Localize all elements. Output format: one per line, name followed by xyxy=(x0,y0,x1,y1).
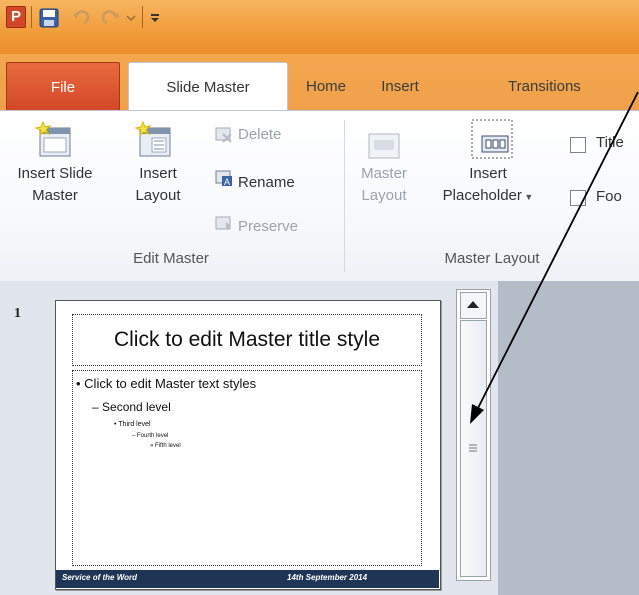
text-level-5-label: Fifth level xyxy=(155,443,181,449)
rename-button[interactable]: Rename xyxy=(238,172,295,194)
master-layout-button[interactable]: Master Layout xyxy=(348,163,420,207)
text-level-4-label: Fourth level xyxy=(137,433,169,439)
title-placeholder: Click to edit Master title style xyxy=(72,314,422,366)
insert-layout-icon[interactable] xyxy=(134,120,174,160)
tab-insert[interactable]: Insert xyxy=(368,62,432,110)
text-level-1-label: Click to edit Master text styles xyxy=(84,376,257,391)
insert-layout-label-1: Insert xyxy=(139,165,177,182)
title-bar xyxy=(0,0,639,54)
tab-home[interactable]: Home xyxy=(290,62,362,110)
rename-icon: A xyxy=(215,170,232,187)
master-layout-icon xyxy=(368,133,400,159)
powerpoint-logo[interactable]: P xyxy=(6,6,26,28)
insert-layout-button[interactable]: Insert Layout xyxy=(118,163,198,207)
text-level-1: • Click to edit Master text styles xyxy=(76,376,257,391)
slide-number: 1 xyxy=(14,306,21,321)
delete-button[interactable]: Delete xyxy=(238,124,281,146)
text-level-4: – Fourth level xyxy=(132,433,169,439)
redo-icon[interactable] xyxy=(102,8,122,28)
text-level-2-label: Second level xyxy=(102,400,171,414)
master-layout-label-1: Master xyxy=(361,165,407,182)
text-level-3: • Third level xyxy=(114,421,151,428)
master-layout-label-2: Layout xyxy=(361,187,407,204)
qat-separator xyxy=(31,6,32,28)
preserve-icon xyxy=(215,216,231,230)
delete-icon xyxy=(215,127,232,143)
insert-slide-master-label-2: Master xyxy=(32,187,78,204)
text-level-2: – Second level xyxy=(92,400,171,414)
customize-qat-icon[interactable] xyxy=(149,12,161,24)
qat-separator xyxy=(142,6,143,28)
insert-slide-master-label-1: Insert Slide xyxy=(17,165,93,182)
edit-master-group-label: Edit Master xyxy=(133,250,209,267)
footer-date-text: 14th September 2014 xyxy=(287,573,368,582)
grip-icon xyxy=(469,444,477,452)
preserve-button[interactable]: Preserve xyxy=(238,216,298,238)
insert-layout-label-2: Layout xyxy=(135,187,181,204)
undo-icon[interactable] xyxy=(70,8,90,28)
svg-text:A: A xyxy=(224,177,230,187)
tab-file[interactable]: File xyxy=(6,62,120,111)
group-separator xyxy=(344,120,345,272)
footer-left-text: Service of the Word xyxy=(62,573,137,582)
text-level-5: » Fifth level xyxy=(150,443,181,449)
chevron-down-icon[interactable] xyxy=(126,14,136,22)
tab-slide-master[interactable]: Slide Master xyxy=(128,62,288,111)
insert-slide-master-button[interactable]: Insert Slide Master xyxy=(6,163,104,207)
text-level-3-label: Third level xyxy=(118,421,151,428)
insert-slide-master-icon[interactable] xyxy=(34,120,74,160)
annotation-arrow xyxy=(470,91,639,424)
save-icon[interactable] xyxy=(39,8,59,28)
